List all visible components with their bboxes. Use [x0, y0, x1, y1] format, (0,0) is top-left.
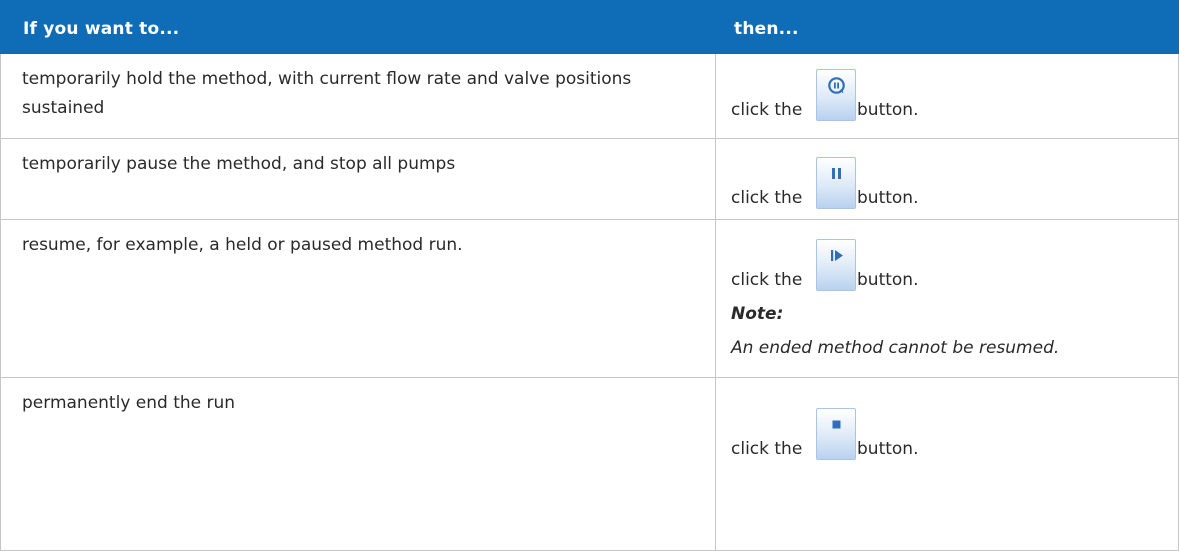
action-prefix: click the — [731, 188, 803, 208]
resume-icon — [831, 250, 843, 261]
action-prefix: click the — [731, 270, 803, 290]
action-line: click the button. — [731, 237, 1178, 291]
action-suffix: button. — [857, 270, 919, 290]
action-cell: click the button. — [715, 377, 1179, 551]
instruction-table-container: If you want to... then... temporarily ho… — [0, 0, 1179, 551]
action-prefix: click the — [731, 100, 803, 120]
table-header-row: If you want to... then... — [0, 0, 1179, 54]
condition-cell: temporarily hold the method, with curren… — [0, 53, 716, 139]
action-cell: click the button. — [715, 53, 1179, 139]
table-row: resume, for example, a held or paused me… — [0, 219, 1179, 378]
action-line: click the button. — [731, 406, 1178, 460]
hold-button[interactable] — [816, 69, 856, 121]
resume-button[interactable] — [816, 239, 856, 291]
action-suffix: button. — [857, 439, 919, 459]
table-row: permanently end the run click the button… — [0, 377, 1179, 551]
table-row: temporarily hold the method, with curren… — [0, 53, 1179, 139]
action-line: click the button. — [731, 155, 1178, 209]
condition-cell: permanently end the run — [0, 377, 716, 551]
instruction-table: If you want to... then... temporarily ho… — [0, 0, 1179, 551]
action-cell: click the button. — [715, 138, 1179, 220]
pause-icon — [832, 168, 841, 179]
action-cell: click the button. Note: An ended method … — [715, 219, 1179, 378]
hold-icon — [828, 77, 845, 94]
condition-cell: temporarily pause the method, and stop a… — [0, 138, 716, 220]
action-line: click the button. — [731, 67, 1178, 121]
note-text: An ended method cannot be resumed. — [731, 338, 1060, 358]
pause-button[interactable] — [816, 157, 856, 209]
end-icon — [832, 420, 841, 429]
end-button[interactable] — [816, 408, 856, 460]
header-action: then... — [715, 0, 1179, 54]
condition-cell: resume, for example, a held or paused me… — [0, 219, 716, 378]
note-label: Note: — [731, 304, 784, 324]
action-suffix: button. — [857, 188, 919, 208]
header-condition: If you want to... — [0, 0, 716, 54]
action-prefix: click the — [731, 439, 803, 459]
action-suffix: button. — [857, 100, 919, 120]
table-row: temporarily pause the method, and stop a… — [0, 138, 1179, 220]
